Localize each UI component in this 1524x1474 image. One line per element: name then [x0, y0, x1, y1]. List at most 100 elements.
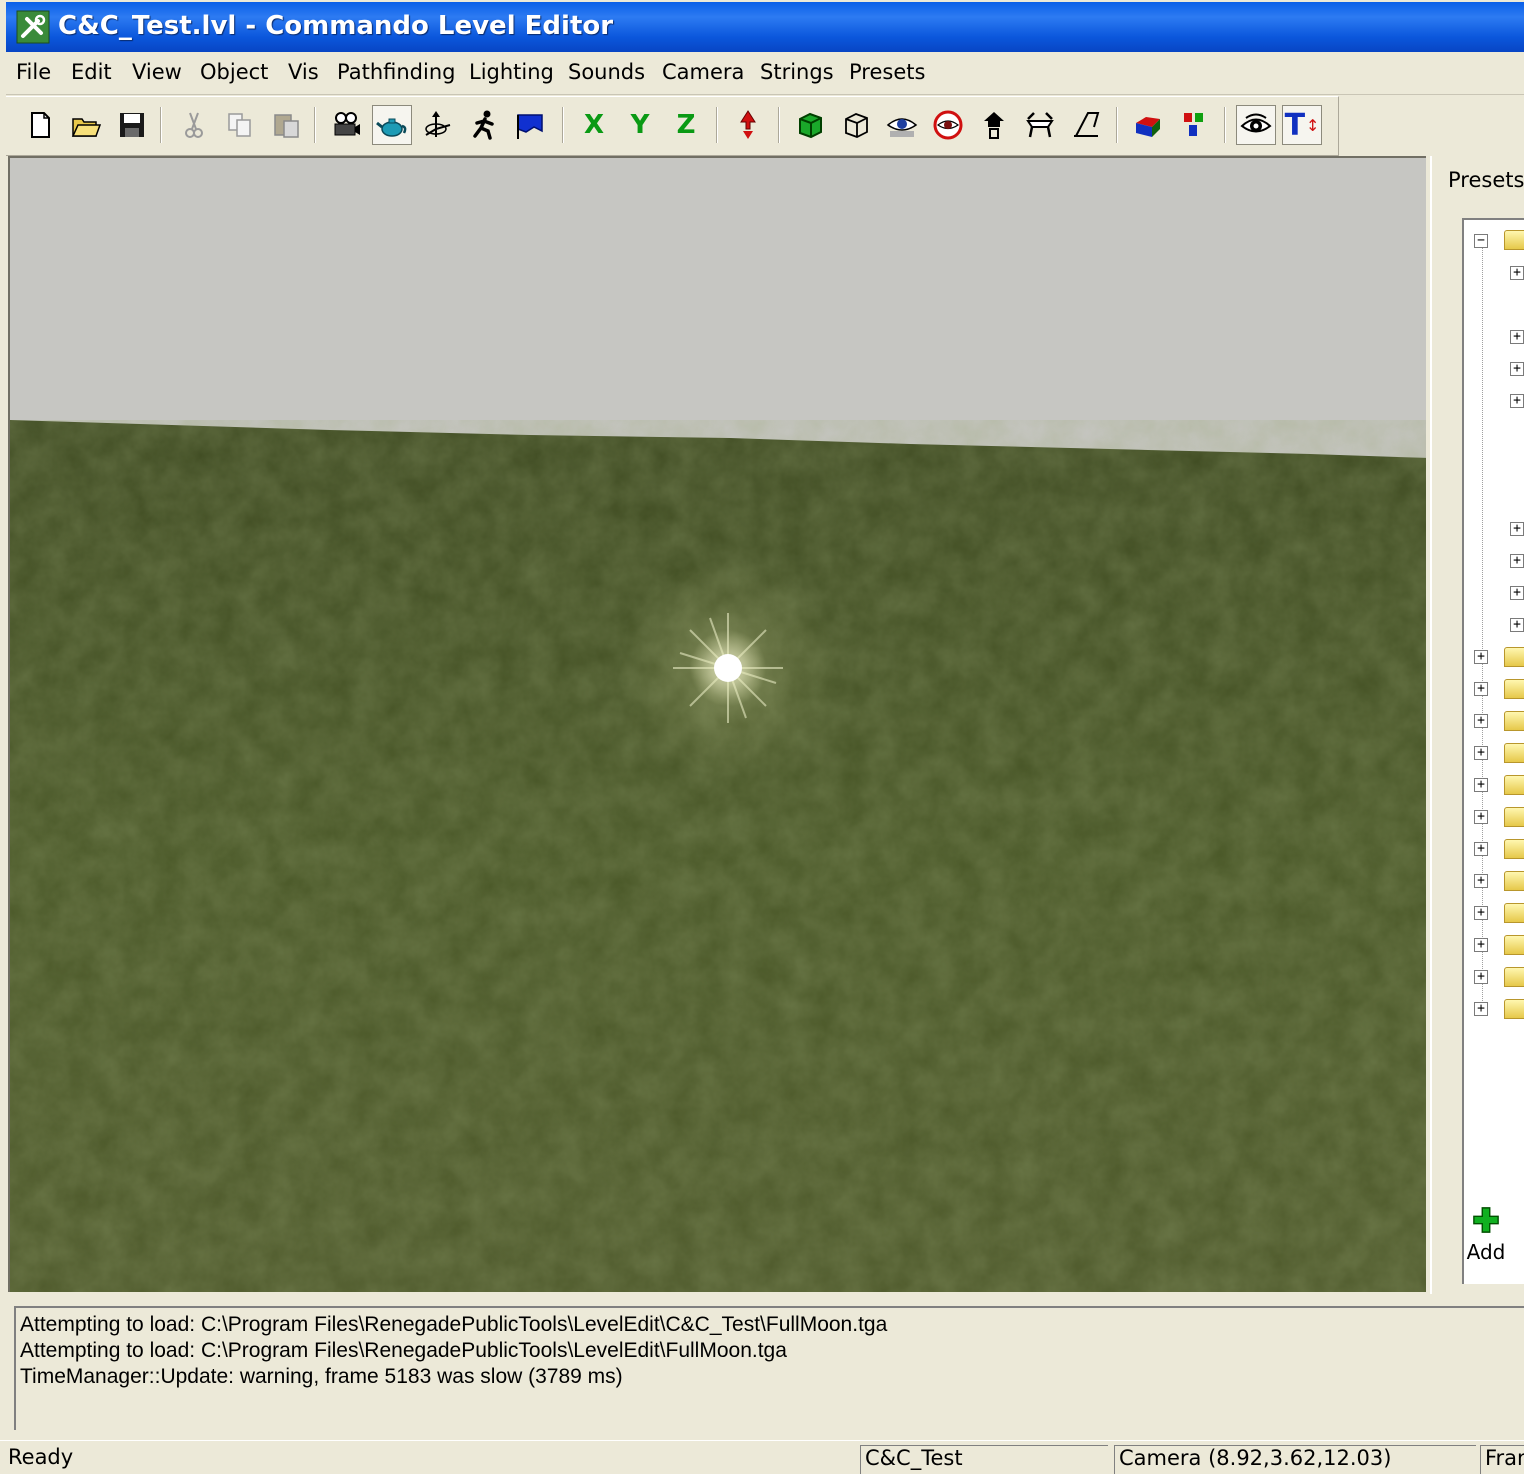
tree-expand-toggle[interactable]: + — [1474, 650, 1488, 664]
menu-vis[interactable]: Vis — [288, 60, 319, 84]
camera-mode-button[interactable] — [326, 105, 366, 145]
backface-button[interactable] — [974, 105, 1014, 145]
tree-expand-toggle[interactable]: + — [1474, 938, 1488, 952]
color-squares-icon — [1184, 113, 1203, 136]
material-view-button[interactable] — [1128, 105, 1168, 145]
presets-tree[interactable]: − + + + + + + + + + + + + + + + + + + + … — [1462, 218, 1524, 1284]
menu-file[interactable]: File — [16, 60, 51, 84]
tree-expand-toggle[interactable]: + — [1510, 362, 1524, 376]
lock-z-axis-button[interactable]: Z — [666, 105, 706, 145]
red-arrows-icon: ↕ — [1306, 115, 1320, 135]
menu-presets[interactable]: Presets — [849, 60, 925, 84]
scissors-icon — [185, 112, 203, 138]
lock-x-axis-button[interactable]: X — [574, 105, 614, 145]
gizmo-mode-button[interactable] — [418, 105, 458, 145]
walk-mode-button[interactable] — [464, 105, 504, 145]
folder-icon — [1504, 679, 1524, 699]
menu-sounds[interactable]: Sounds — [568, 60, 645, 84]
solid-view-button[interactable] — [790, 105, 830, 145]
toolbar-separator — [562, 107, 564, 143]
bench-icon — [1026, 112, 1054, 138]
cut-button[interactable] — [174, 105, 214, 145]
tree-expand-toggle[interactable]: + — [1510, 554, 1524, 568]
tree-expand-toggle[interactable]: + — [1510, 618, 1524, 632]
title-bar[interactable]: C&C_Test.lvl - Commando Level Editor — [6, 2, 1524, 52]
folder-icon — [1504, 967, 1524, 987]
toolbar-separator — [1224, 107, 1226, 143]
tree-expand-toggle[interactable]: + — [1510, 330, 1524, 344]
open-folder-icon — [71, 118, 102, 137]
menu-edit[interactable]: Edit — [71, 60, 112, 84]
window-title: C&C_Test.lvl - Commando Level Editor — [58, 11, 614, 41]
tree-expand-toggle[interactable]: + — [1474, 906, 1488, 920]
waypath-button[interactable] — [510, 105, 550, 145]
log-line: Attempting to load: C:\Program Files\Ren… — [20, 1339, 787, 1362]
green-plus-icon — [1473, 1207, 1499, 1233]
status-level-name: C&C_Test — [860, 1445, 1108, 1474]
lock-y-axis-button[interactable]: Y — [620, 105, 660, 145]
save-disk-icon — [120, 113, 144, 137]
menu-lighting[interactable]: Lighting — [469, 60, 554, 84]
text-size-icon: T — [1284, 107, 1306, 143]
paste-icon — [274, 114, 299, 138]
tree-expand-toggle[interactable]: + — [1510, 522, 1524, 536]
menu-strings[interactable]: Strings — [760, 60, 834, 84]
wireframe-view-button[interactable] — [836, 105, 876, 145]
tools-app-icon — [16, 10, 50, 44]
copy-button[interactable] — [220, 105, 260, 145]
menu-bar: File Edit View Object Vis Pathfinding Li… — [6, 52, 1524, 95]
log-line: Attempting to load: C:\Program Files\Ren… — [20, 1313, 888, 1336]
green-cube-icon — [799, 112, 822, 139]
tree-expand-toggle[interactable]: + — [1474, 746, 1488, 760]
tree-expand-toggle[interactable]: + — [1510, 586, 1524, 600]
menu-pathfinding[interactable]: Pathfinding — [337, 60, 455, 84]
text-tool-button[interactable]: T ↕ — [1282, 105, 1322, 145]
folder-icon — [1504, 935, 1524, 955]
wireframe-cube-icon — [845, 113, 868, 138]
large-eye-icon — [1240, 113, 1272, 133]
menu-view[interactable]: View — [132, 60, 182, 84]
tree-expand-toggle[interactable]: + — [1474, 874, 1488, 888]
new-file-button[interactable] — [20, 105, 60, 145]
heightfield-button[interactable] — [1174, 105, 1214, 145]
tree-expand-toggle[interactable]: + — [1474, 1002, 1488, 1016]
paste-button[interactable] — [266, 105, 306, 145]
tree-expand-toggle[interactable]: + — [1510, 266, 1524, 280]
add-preset-button[interactable]: Add — [1456, 1206, 1516, 1276]
3d-viewport[interactable] — [8, 156, 1426, 1292]
object-mode-button[interactable] — [372, 105, 412, 145]
visibility-button[interactable] — [882, 105, 922, 145]
teapot-icon — [376, 118, 407, 137]
angle-tool-button[interactable] — [1066, 105, 1106, 145]
tree-expand-toggle[interactable]: + — [1474, 682, 1488, 696]
open-file-button[interactable] — [66, 105, 106, 145]
folder-icon — [1504, 871, 1524, 891]
status-bar: Ready C&C_Test Camera (8.92,3.62,12.03) … — [0, 1440, 1524, 1474]
tree-expand-toggle[interactable]: + — [1474, 778, 1488, 792]
tree-collapse-toggle[interactable]: − — [1474, 234, 1488, 248]
folder-icon — [1504, 839, 1524, 859]
tree-expand-toggle[interactable]: + — [1474, 714, 1488, 728]
axis-gizmo-icon — [425, 111, 451, 137]
main-toolbar: X Y Z T ↕ — [6, 96, 1339, 156]
tree-expand-toggle[interactable]: + — [1510, 394, 1524, 408]
tree-expand-toggle[interactable]: + — [1474, 810, 1488, 824]
running-man-icon — [473, 110, 494, 140]
presets-panel-title: Presets — [1448, 168, 1524, 192]
tree-expand-toggle[interactable]: + — [1474, 970, 1488, 984]
drop-to-ground-button[interactable] — [728, 105, 768, 145]
new-file-icon — [31, 112, 50, 138]
toolbar-separator — [778, 107, 780, 143]
menu-camera[interactable]: Camera — [662, 60, 744, 84]
output-log[interactable]: Attempting to load: C:\Program Files\Ren… — [14, 1306, 1524, 1430]
folder-icon — [1504, 999, 1524, 1019]
add-preset-label: Add — [1466, 1240, 1506, 1264]
save-file-button[interactable] — [112, 105, 152, 145]
vis-sector-button[interactable] — [928, 105, 968, 145]
folder-icon — [1504, 775, 1524, 795]
menu-object[interactable]: Object — [200, 60, 268, 84]
folder-icon — [1504, 711, 1524, 731]
manipulator-button[interactable] — [1020, 105, 1060, 145]
show-eye-button[interactable] — [1236, 105, 1276, 145]
tree-expand-toggle[interactable]: + — [1474, 842, 1488, 856]
